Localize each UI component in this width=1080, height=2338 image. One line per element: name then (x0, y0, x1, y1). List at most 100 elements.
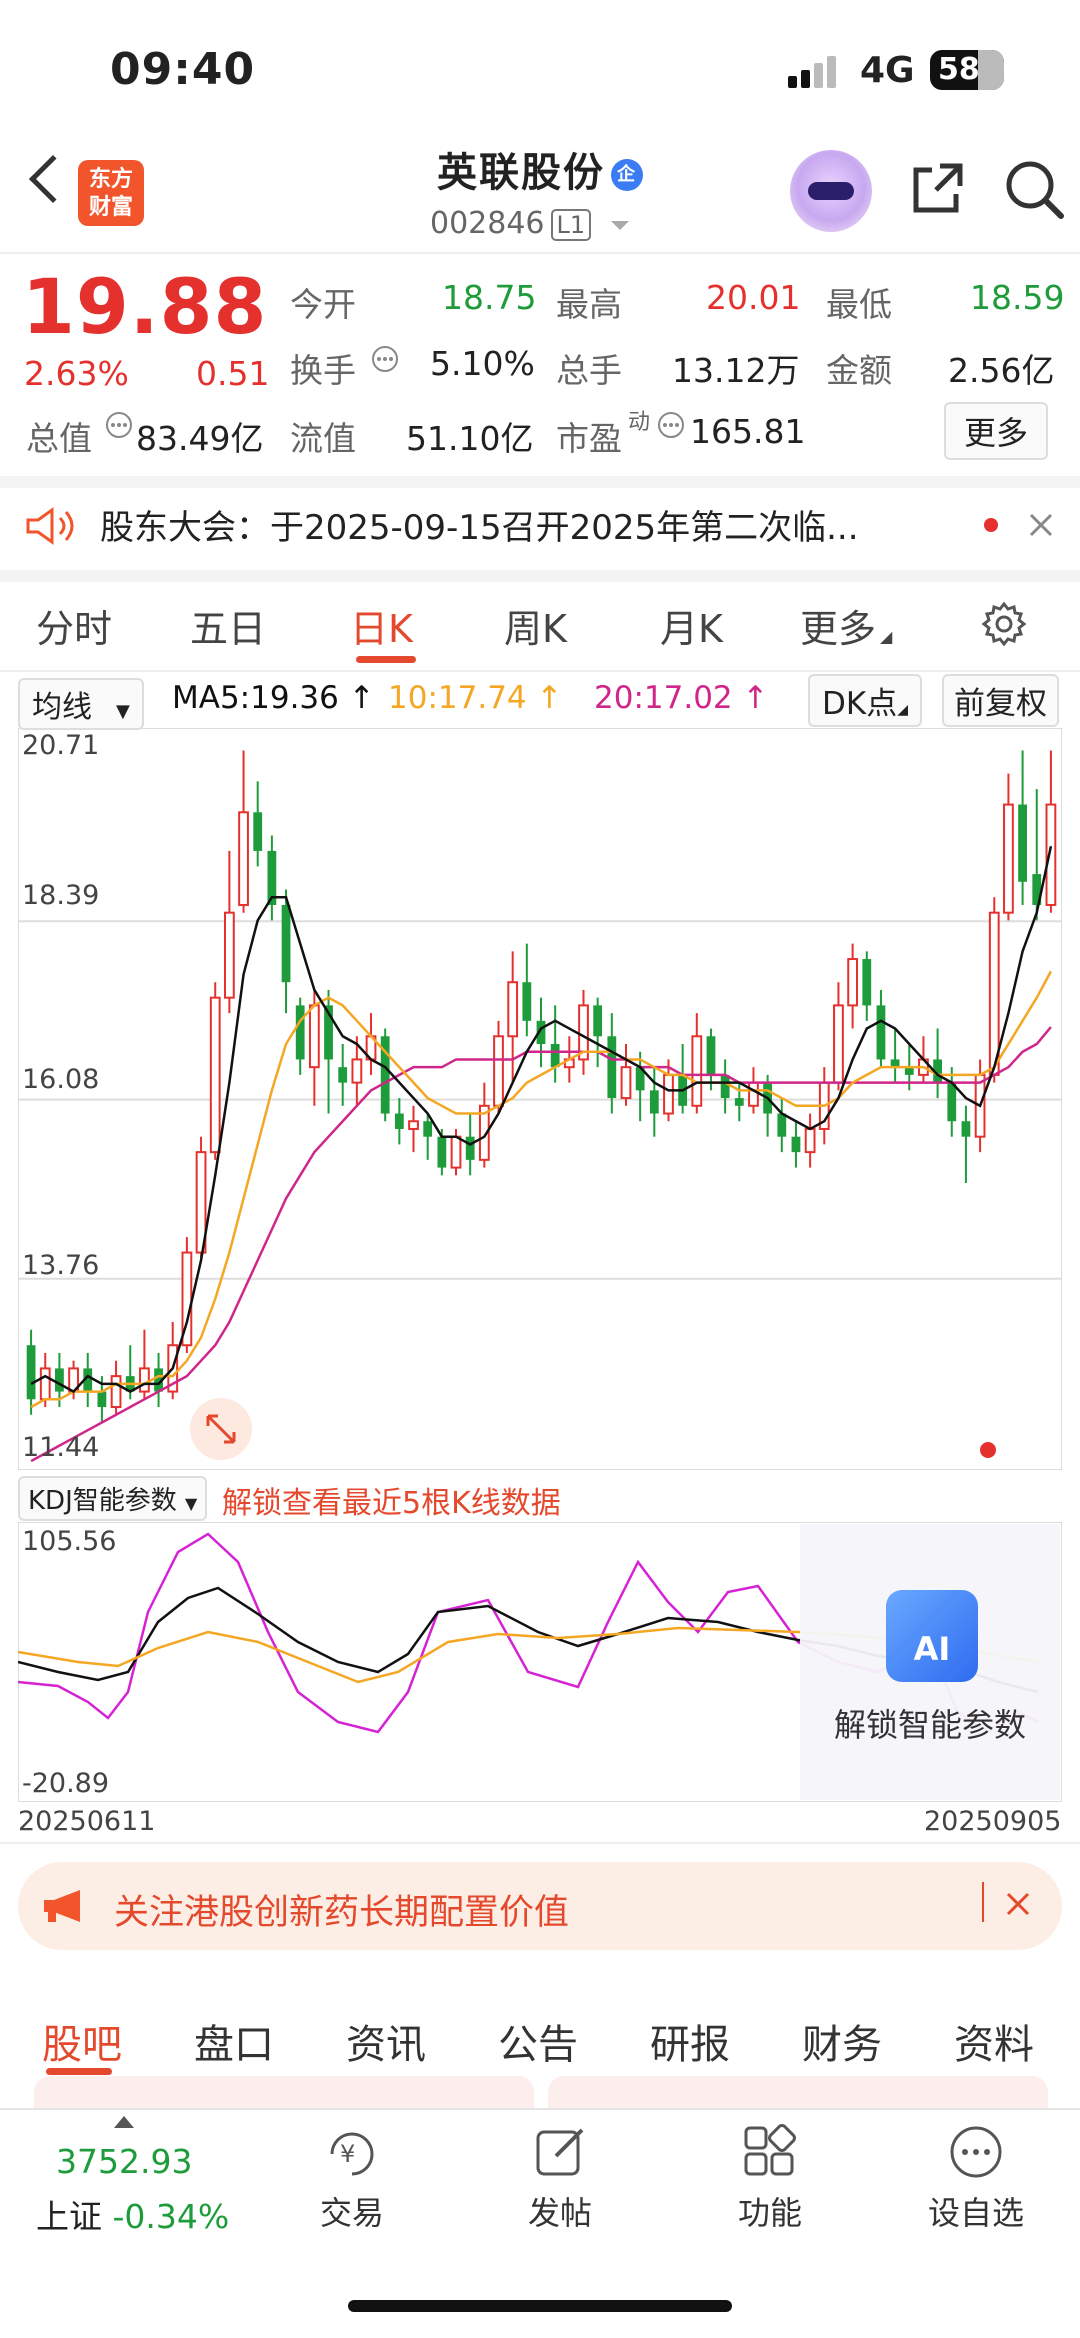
candle (394, 1098, 404, 1145)
active-tab-indicator (356, 656, 416, 663)
open-value: 18.75 (442, 278, 537, 317)
kdj-select[interactable]: KDJ智能参数 ▼ (18, 1476, 208, 1521)
post-card-peek (548, 2076, 1048, 2108)
speaker-icon (26, 507, 74, 545)
stock-code-row[interactable]: 002846 L1 (430, 206, 631, 241)
function-grid-icon[interactable] (742, 2124, 798, 2180)
more-circle-icon[interactable] (948, 2124, 1004, 2180)
kdj-y-top: 105.56 (22, 1526, 117, 1557)
ai-unlock-panel[interactable]: AI 解锁智能参数 (800, 1524, 1060, 1800)
tab-order-book[interactable]: 盘口 (194, 2012, 274, 2070)
high-value: 20.01 (706, 278, 801, 317)
candle (578, 989, 589, 1075)
trade-icon[interactable]: ¥ (322, 2124, 382, 2180)
assistant-robot-icon[interactable] (790, 150, 872, 232)
tab-forum[interactable]: 股吧 (42, 2012, 122, 2070)
volume-value: 13.12万 (672, 351, 800, 390)
kdj-y-bottom: -20.89 (22, 1768, 110, 1799)
x-end-date: 20250905 (924, 1806, 1062, 1837)
battery-icon: 58 (930, 50, 1004, 90)
tab-more-label: 更多 (800, 607, 877, 651)
index-change: -0.34% (112, 2197, 230, 2236)
expand-up-icon[interactable] (114, 2116, 134, 2128)
candle (238, 750, 249, 913)
ma10-text: 10:17.74 (388, 680, 527, 716)
candle (253, 781, 263, 867)
float-value: 51.10亿 (406, 419, 534, 458)
index-value[interactable]: 3752.93 (56, 2142, 192, 2181)
tab-announcements[interactable]: 公告 (498, 2012, 578, 2070)
open-label: 今开 (290, 285, 356, 324)
candle (295, 997, 305, 1075)
info-dots-icon[interactable] (656, 410, 686, 440)
ma-select-label: 均线 (32, 690, 92, 725)
ma20-value: 20:17.02 ↑ (594, 680, 769, 716)
svg-text:¥: ¥ (340, 2140, 355, 2168)
candle (933, 1028, 942, 1099)
turnover-value: 5.10% (430, 344, 535, 383)
change-amount: 0.51 (196, 354, 270, 393)
ma-select[interactable]: 均线 ▼ (18, 678, 144, 730)
candle (890, 1028, 900, 1083)
info-dots-icon[interactable] (370, 344, 400, 374)
candle (777, 1098, 787, 1153)
trade-label[interactable]: 交易 (282, 2188, 422, 2234)
home-indicator (348, 2300, 732, 2312)
close-icon[interactable] (1028, 512, 1054, 538)
info-dots-icon[interactable] (104, 410, 134, 440)
search-icon[interactable] (1003, 158, 1065, 220)
chevron-down-icon (610, 221, 629, 230)
kdj-label: KDJ智能参数 (28, 1486, 177, 1516)
notice-text[interactable]: 股东大会：于2025-09-15召开2025年第二次临... (100, 500, 859, 549)
mktcap-value: 83.49亿 (136, 419, 264, 458)
candle (804, 1113, 816, 1168)
expand-button[interactable] (190, 1398, 252, 1460)
candle (593, 997, 603, 1068)
pe-value: 165.81 (690, 412, 806, 451)
close-icon[interactable] (1006, 1892, 1030, 1916)
y-tick-1: 18.39 (22, 880, 100, 911)
tab-monthly-k[interactable]: 月K (660, 598, 723, 653)
tab-five-day[interactable]: 五日 (190, 598, 266, 653)
compose-icon[interactable] (534, 2124, 590, 2180)
tab-finance[interactable]: 财务 (802, 2012, 882, 2070)
settings-gear-icon[interactable] (980, 600, 1028, 648)
mktcap-label: 总值 (26, 419, 92, 458)
candle (26, 1329, 36, 1415)
candle (691, 1013, 703, 1114)
candle (961, 1105, 971, 1184)
function-label[interactable]: 功能 (700, 2188, 840, 2234)
dk-point-select[interactable]: DK点◢ (808, 674, 922, 727)
tab-news[interactable]: 资讯 (346, 2012, 426, 2070)
more-button[interactable]: 更多 (944, 402, 1049, 460)
candle (833, 982, 844, 1091)
tab-daily-k[interactable]: 日K (350, 598, 413, 653)
tab-profile[interactable]: 资料 (954, 2012, 1034, 2070)
candle (522, 943, 532, 1037)
ma5-text: MA5:19.36 (172, 680, 339, 716)
volume-label: 总手 (556, 351, 622, 390)
ai-icon-text: AI (913, 1630, 951, 1668)
tab-more[interactable]: 更多 ◢ (800, 598, 892, 653)
share-icon[interactable] (910, 160, 966, 216)
tab-weekly-k[interactable]: 周K (504, 598, 567, 653)
low-value: 18.59 (970, 278, 1065, 317)
change-percent: 2.63% (24, 354, 129, 393)
caret-icon: ◢ (880, 627, 893, 646)
kline-chart[interactable] (18, 728, 1062, 1470)
post-label[interactable]: 发帖 (490, 2188, 630, 2234)
candle (338, 1044, 348, 1106)
tab-intraday[interactable]: 分时 (36, 598, 112, 653)
y-tick-4: 11.44 (22, 1432, 100, 1463)
ma20-text: 20:17.02 (594, 680, 733, 716)
banner-text[interactable]: 关注港股创新药长期配置价值 (114, 1884, 569, 1935)
watchlist-label[interactable]: 设自选 (906, 2188, 1046, 2234)
divider (982, 1882, 984, 1922)
index-row[interactable]: 上证 -0.34% (36, 2190, 229, 2238)
candle (1003, 773, 1014, 921)
ai-icon: AI (886, 1590, 978, 1682)
adjust-select[interactable]: 前复权 (942, 674, 1059, 727)
kdj-unlock-link[interactable]: 解锁查看最近5根K线数据 (222, 1478, 561, 1522)
tab-research[interactable]: 研报 (650, 2012, 730, 2070)
dk-label: DK点 (822, 686, 898, 722)
